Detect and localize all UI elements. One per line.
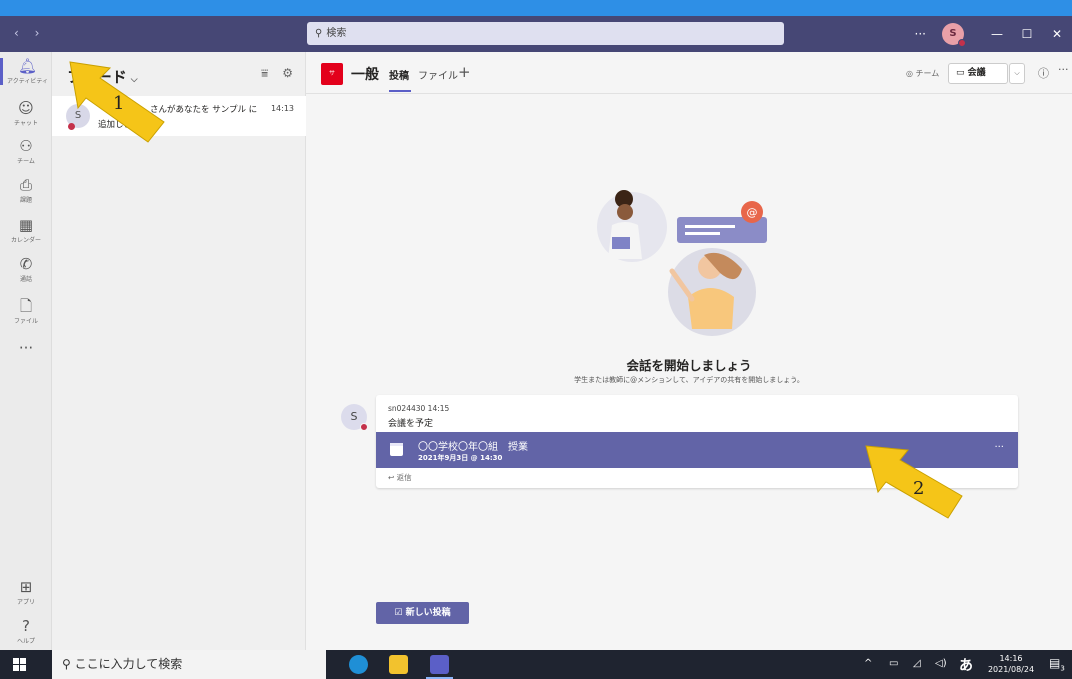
- add-tab-button[interactable]: +: [458, 63, 471, 81]
- file-explorer-icon[interactable]: [389, 655, 408, 674]
- taskbar-search-placeholder: ここに入力して検索: [74, 657, 183, 671]
- rail-calls[interactable]: ✆ 通話: [0, 256, 52, 283]
- rail-label: ファイル: [13, 318, 38, 325]
- windows-start-icon[interactable]: [13, 658, 26, 671]
- calendar-icon: ▦: [18, 216, 34, 234]
- rail-help[interactable]: ? ヘルプ: [0, 618, 52, 645]
- close-button[interactable]: ✕: [1042, 27, 1072, 41]
- rail-label: チャット: [14, 120, 38, 127]
- meet-button[interactable]: ▭ 会議: [948, 63, 1008, 84]
- rail-activity[interactable]: 🔔︎ アクティビティ: [0, 58, 52, 85]
- apps-icon: ⊞: [19, 578, 33, 596]
- volume-icon[interactable]: ◁): [935, 658, 947, 669]
- meeting-date: 2021年9月3日 @ 14:30: [418, 454, 503, 462]
- reply-button[interactable]: ↩ 返信: [388, 472, 412, 483]
- search-icon: ⚲: [62, 657, 75, 671]
- calendar-icon: [390, 443, 403, 456]
- titlebar-more-button[interactable]: ···: [915, 27, 926, 41]
- rail-teams[interactable]: ⚇ チーム: [0, 138, 52, 165]
- minimize-button[interactable]: —: [982, 27, 1012, 41]
- video-icon: ▭: [956, 68, 968, 78]
- battery-icon: ▭: [889, 658, 899, 669]
- app-rail: 🔔︎ アクティビティ ☺ チャット ⚇ チーム ⎙ 課題 ▦ カレンダー ✆ 通…: [0, 52, 52, 650]
- teams-app-icon[interactable]: [430, 655, 449, 674]
- meet-dropdown-button[interactable]: ⌵: [1009, 63, 1025, 84]
- rail-assignments[interactable]: ⎙ 課題: [0, 177, 52, 204]
- edge-icon[interactable]: [349, 655, 368, 674]
- search-bar[interactable]: ⚲ 検索: [307, 22, 784, 45]
- clock-date: 2021/08/24: [987, 665, 1035, 674]
- phone-icon: ✆: [19, 255, 33, 273]
- rail-label: ヘルプ: [16, 638, 35, 645]
- avatar-initial: S: [949, 28, 957, 39]
- presence-busy-indicator: [958, 39, 966, 47]
- taskbar-search[interactable]: ⚲ ここに入力して検索: [52, 650, 326, 679]
- welcome-title: 会話を開始しましょう: [626, 358, 752, 373]
- maximize-button[interactable]: ☐: [1012, 27, 1042, 41]
- active-tab-indicator: [389, 90, 411, 92]
- rail-label: 課題: [19, 197, 32, 204]
- tab-posts[interactable]: 投稿: [389, 67, 409, 82]
- search-placeholder: 検索: [326, 28, 347, 39]
- back-forward-arrows[interactable]: ‹ ›: [14, 26, 45, 40]
- channel-main: サ 一般 投稿 ファイル + ◎ チーム ▭ 会議 ⌵ ⓘ ··· @ 会話を開…: [306, 52, 1072, 650]
- team-view-button[interactable]: ◎ チーム: [906, 68, 939, 79]
- post-avatar[interactable]: S: [341, 404, 368, 431]
- rail-label: アクティビティ: [7, 78, 48, 85]
- title-bar: ‹ › ⚲ 検索 ··· S — ☐ ✕: [0, 16, 1072, 52]
- annotation-label-1: 1: [113, 93, 125, 114]
- bell-icon: 🔔︎: [17, 57, 38, 75]
- welcome-subtitle: 学生または教師に@メンションして、アイデアの共有を開始しましょう。: [574, 376, 804, 384]
- avatar-initial: S: [350, 410, 358, 423]
- profile-avatar[interactable]: S: [942, 23, 966, 47]
- rail-label: 通話: [19, 276, 32, 283]
- annotation-label-2: 2: [913, 478, 925, 499]
- tray-chevron[interactable]: ^: [864, 658, 872, 669]
- rail-more[interactable]: ···: [0, 340, 52, 356]
- feed-item-time: 14:13: [270, 104, 294, 113]
- notification-count: 3: [1060, 664, 1065, 673]
- channel-more-icon[interactable]: ···: [1058, 63, 1069, 76]
- team-icon: サ: [321, 63, 343, 85]
- meeting-more-button[interactable]: ···: [994, 442, 1004, 453]
- network-icon[interactable]: ◿: [913, 658, 921, 669]
- meeting-title: 〇〇学校〇年〇組 授業: [418, 442, 528, 453]
- windows-taskbar: ⚲ ここに入力して検索 ^ ▭ ◿ ◁) あ 14:16 2021/08/24 …: [0, 650, 1072, 679]
- meet-label: 会議: [967, 68, 986, 78]
- ime-indicator[interactable]: あ: [959, 655, 973, 675]
- presence-busy-indicator: [360, 423, 368, 431]
- help-icon: ?: [22, 617, 30, 635]
- rail-label: カレンダー: [10, 237, 41, 244]
- system-clock[interactable]: 14:16 2021/08/24: [985, 653, 1037, 675]
- search-icon: ⚲: [315, 28, 323, 39]
- post-meta: sn024430 14:15: [388, 404, 450, 413]
- rail-calendar[interactable]: ▦ カレンダー: [0, 217, 52, 244]
- gear-icon[interactable]: ⚙: [282, 66, 293, 80]
- more-icon: ···: [18, 339, 34, 357]
- rail-chat[interactable]: ☺ チャット: [0, 100, 52, 127]
- post-title: 会議を予定: [388, 419, 434, 429]
- new-post-button[interactable]: ☑ 新しい投稿: [376, 602, 469, 624]
- rail-files[interactable]: 🗋︎ ファイル: [0, 298, 52, 325]
- rail-label: チーム: [17, 158, 35, 165]
- notification-icon[interactable]: ▤3: [1049, 656, 1065, 672]
- channel-header: サ 一般 投稿 ファイル + ◎ チーム ▭ 会議 ⌵ ⓘ ···: [306, 52, 1072, 94]
- rail-label: アプリ: [16, 599, 35, 606]
- channel-name: 一般: [351, 67, 379, 83]
- assignments-icon: ⎙: [19, 176, 32, 194]
- clock-time: 14:16: [999, 654, 1023, 663]
- file-icon: 🗋︎: [19, 297, 33, 315]
- conversation-illustration: @: [597, 190, 767, 336]
- rail-apps[interactable]: ⊞ アプリ: [0, 579, 52, 606]
- info-icon[interactable]: ⓘ: [1038, 65, 1049, 81]
- chat-icon: ☺: [18, 99, 34, 117]
- filter-icon[interactable]: ⩸: [261, 66, 268, 80]
- svg-text:@: @: [747, 206, 758, 219]
- tab-files[interactable]: ファイル: [418, 67, 458, 82]
- window-top-border: [0, 0, 1072, 16]
- teams-icon: ⚇: [19, 137, 33, 155]
